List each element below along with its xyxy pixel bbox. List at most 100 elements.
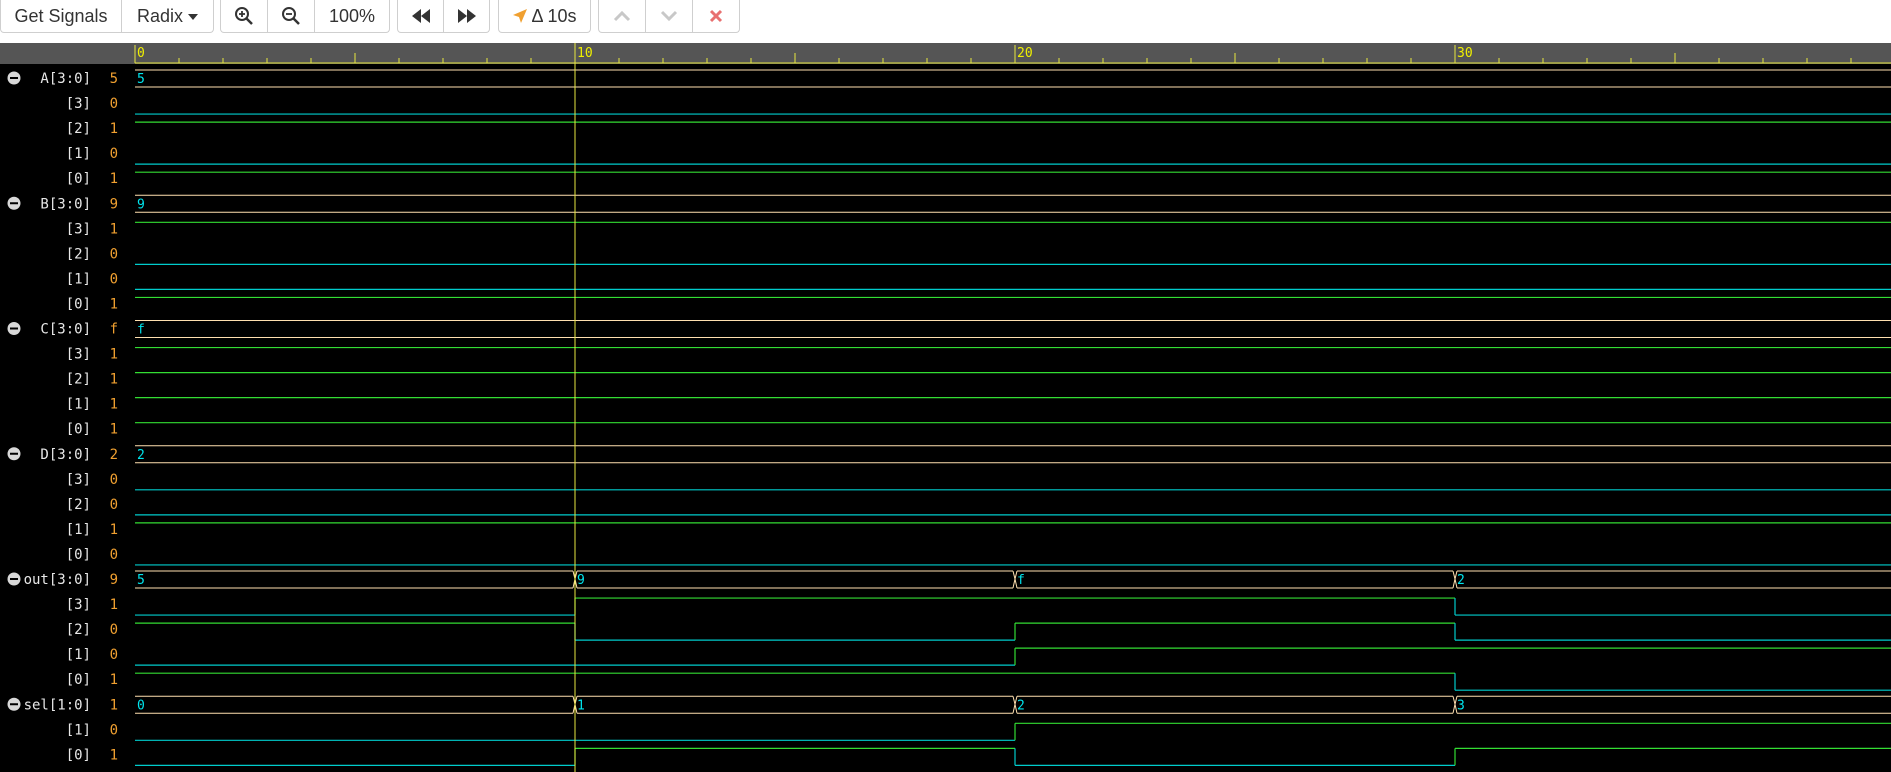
signal-name[interactable]: out[3:0] [24,572,91,588]
collapse-icon[interactable] [7,196,21,210]
signal-value: 0 [110,547,118,563]
ruler-tick-label: 0 [137,46,145,61]
bus-value-label: 2 [1017,698,1025,713]
collapse-icon[interactable] [7,447,21,461]
get-signals-label: Get Signals [14,5,108,26]
chevron-down-icon [188,14,199,20]
signal-name[interactable]: [2] [66,121,91,137]
get-signals-button[interactable]: Get Signals [0,0,122,33]
bit-signal-row[interactable]: [3] 1 [66,221,1891,237]
signal-name[interactable]: [1] [66,271,91,287]
fast-forward-icon [457,9,476,23]
signal-name[interactable]: [1] [66,722,91,738]
bit-signal-row[interactable]: [2] 1 [66,372,1891,388]
signal-name[interactable]: [3] [66,221,91,237]
bit-signal-row[interactable]: [3] 0 [66,96,1891,115]
bit-signal-row[interactable]: [1] 0 [66,146,1891,165]
bit-signal-row[interactable]: [3] 1 [66,597,1891,616]
bit-signal-row[interactable]: [1] 0 [66,722,1891,741]
delta-cursor-button[interactable]: Δ 10s [498,0,591,33]
bit-signal-row[interactable]: [2] 0 [66,497,1891,516]
signal-value: f [110,322,118,338]
ruler-tick-label: 20 [1017,46,1033,61]
bit-signal-row[interactable]: [1] 0 [66,271,1891,290]
bit-signal-row[interactable]: [3] 0 [66,472,1891,491]
signal-value: 0 [110,271,118,287]
signal-name[interactable]: [0] [66,422,91,438]
signal-name[interactable]: [2] [66,497,91,513]
bit-signal-row[interactable]: [0] 1 [66,747,1891,766]
collapse-icon[interactable] [7,572,21,586]
bit-signal-row[interactable]: [0] 1 [66,171,1891,187]
signal-name[interactable]: [3] [66,597,91,613]
bus-value-label: 2 [137,448,145,463]
signal-name[interactable]: A[3:0] [40,71,91,87]
signal-name[interactable]: [2] [66,246,91,262]
signal-name[interactable]: B[3:0] [40,196,91,212]
signal-name[interactable]: C[3:0] [40,322,91,338]
collapse-icon[interactable] [7,697,21,711]
bus-signal-row[interactable]: D[3:0] 2 2 [7,445,1891,464]
bit-signal-row[interactable]: [0] 0 [66,547,1891,566]
signal-name[interactable]: [1] [66,397,91,413]
signal-name[interactable]: [0] [66,747,91,763]
signal-value: 1 [110,522,118,538]
signal-name[interactable]: sel[1:0] [24,697,91,713]
bit-signal-row[interactable]: [0] 1 [66,422,1891,438]
zoom-level-button[interactable]: 100% [314,0,390,33]
previous-edge-button[interactable] [397,0,444,33]
collapse-icon[interactable] [7,322,21,335]
signal-name[interactable]: [3] [66,347,91,363]
bit-signal-row[interactable]: [1] 1 [66,522,1891,538]
ruler-tick-label: 10 [577,46,593,61]
zoom-out-button[interactable] [267,0,315,33]
signal-name[interactable]: [3] [66,96,91,112]
signal-value: 0 [110,472,118,488]
bus-signal-row[interactable]: C[3:0] f f [7,320,1891,338]
bit-signal-row[interactable]: [1] 1 [66,397,1891,413]
bus-signal-row[interactable]: B[3:0] 9 9 [7,194,1891,213]
collapse-icon[interactable] [7,71,21,85]
move-up-button[interactable] [598,0,646,33]
signal-value: 0 [110,497,118,513]
signal-name[interactable]: [2] [66,372,91,388]
signal-name[interactable]: [0] [66,547,91,563]
signal-name[interactable]: [0] [66,296,91,312]
zoom-in-button[interactable] [220,0,268,33]
bus-signal-row[interactable]: sel[1:0] 1 0 1 2 3 [7,695,1891,714]
signal-name[interactable]: D[3:0] [40,447,91,463]
move-down-button[interactable] [645,0,693,33]
waveform-viewer[interactable]: 0 10 20 30 A[3:0] 5 5[3] 0[2] 1[1] 0[0] 1B[3:0] 9 9… [0,43,1891,772]
time-ruler[interactable]: 0 10 20 30 [0,43,1891,64]
signal-value: 1 [110,397,118,413]
signal-name[interactable]: [2] [66,622,91,638]
signal-name[interactable]: [0] [66,672,91,688]
bus-signal-row[interactable]: out[3:0] 9 5 9 f 2 [7,570,1891,589]
signal-value: 1 [110,672,118,688]
remove-signal-button[interactable] [692,0,740,33]
bit-signal-row[interactable]: [2] 0 [66,246,1891,265]
radix-dropdown[interactable]: Radix [121,0,214,33]
bit-signal-row[interactable]: [0] 1 [66,672,1891,691]
close-icon [709,9,723,23]
signal-value: 0 [110,146,118,162]
signal-value: 0 [110,246,118,262]
bit-signal-row[interactable]: [1] 0 [66,647,1891,666]
signal-name[interactable]: [0] [66,171,91,187]
signal-value: 0 [110,647,118,663]
bus-value-label: 0 [137,698,145,713]
bit-signal-row[interactable]: [2] 0 [66,622,1891,641]
bus-signal-row[interactable]: A[3:0] 5 5 [7,69,1891,88]
signal-name[interactable]: [1] [66,146,91,162]
bit-signal-row[interactable]: [2] 1 [66,121,1891,137]
chevron-down-icon [660,10,678,22]
signal-name[interactable]: [1] [66,522,91,538]
bit-signal-row[interactable]: [0] 1 [66,296,1891,312]
signal-value: 1 [110,372,118,388]
ruler-background[interactable] [0,43,1891,64]
next-edge-button[interactable] [443,0,490,33]
signal-name[interactable]: [1] [66,647,91,663]
signal-name[interactable]: [3] [66,472,91,488]
bus-value-label: 9 [137,197,145,212]
bit-signal-row[interactable]: [3] 1 [66,347,1891,363]
